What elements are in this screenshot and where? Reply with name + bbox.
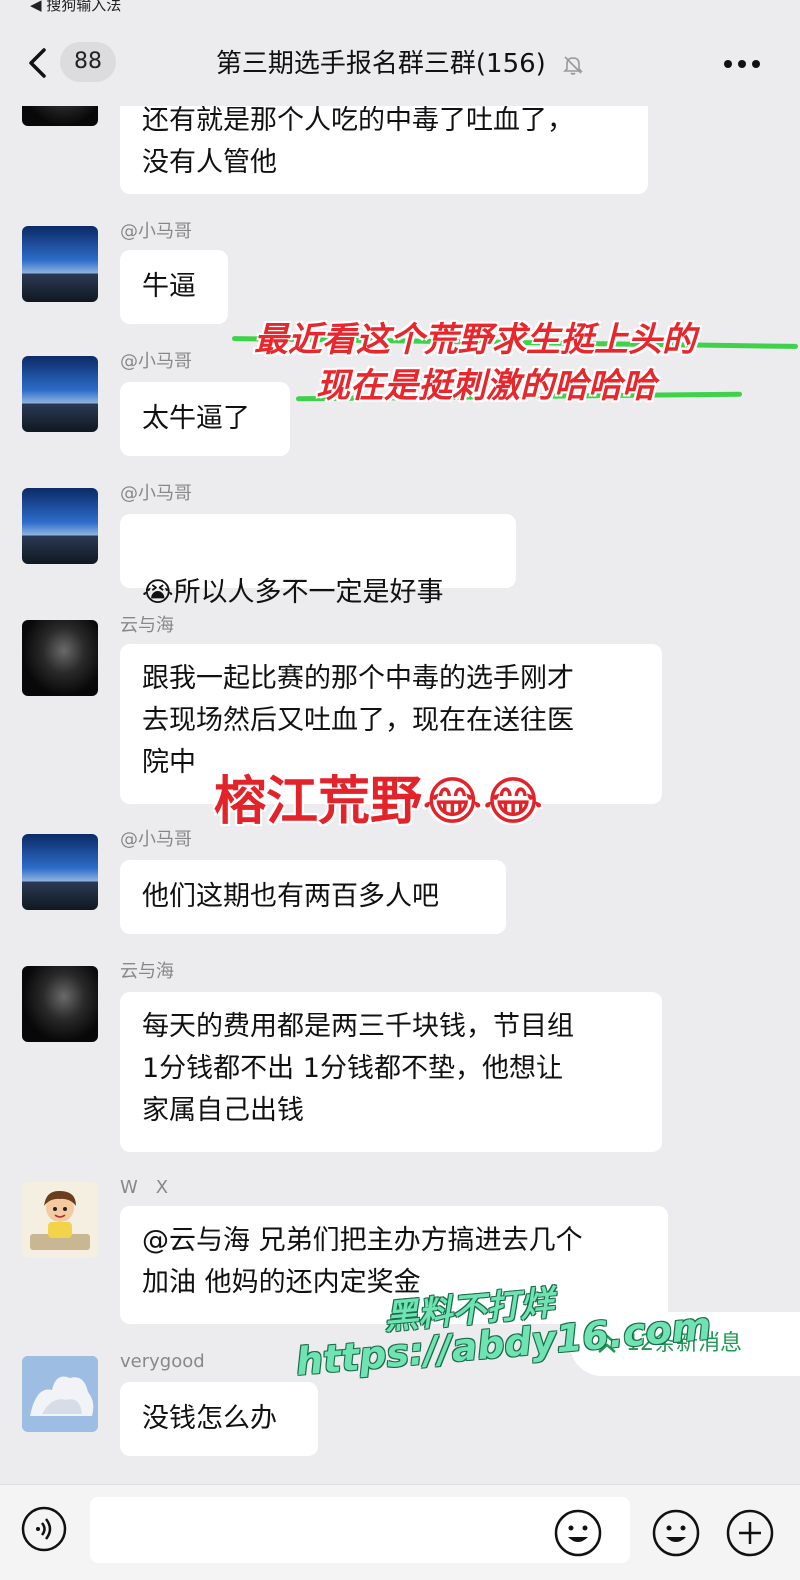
- avatar[interactable]: [22, 1182, 98, 1258]
- avatar[interactable]: [22, 356, 98, 432]
- status-text: ◀ 搜狗输入法: [30, 0, 122, 14]
- avatar[interactable]: [22, 834, 98, 910]
- avatar[interactable]: [22, 226, 98, 302]
- sender-name: W X: [120, 1177, 169, 1198]
- sender-name: 云与海: [120, 615, 174, 636]
- message-bubble[interactable]: 😭所以人多不一定是好事: [120, 514, 516, 608]
- message-bubble[interactable]: 还有就是那个人吃的中毒了吐血了， 没有人管他: [120, 92, 648, 194]
- message-bubble[interactable]: 没钱怎么办: [120, 1382, 318, 1456]
- cloud-landscape-avatar-icon: [22, 1356, 98, 1432]
- emoji-icon: [652, 1509, 700, 1557]
- cartoon-boy-avatar-icon: [22, 1182, 98, 1258]
- plus-icon: [726, 1509, 774, 1557]
- message-bubble[interactable]: 牛逼: [120, 250, 228, 324]
- chat-title-text: 第三期选手报名群三群(156): [215, 49, 546, 79]
- overlay-title: 榕江荒野😂😂: [214, 772, 544, 832]
- emoji-icon: [554, 1509, 602, 1557]
- sender-name: @小马哥: [120, 221, 192, 242]
- message-bubble[interactable]: 他们这期也有两百多人吧: [120, 860, 506, 934]
- back-chevron-icon: [29, 48, 46, 78]
- chat-header: 88 第三期选手报名群三群(156): [0, 14, 800, 106]
- mute-bell-icon: [563, 55, 584, 75]
- chat-title: 第三期选手报名群三群(156): [150, 44, 650, 84]
- sender-name: @小马哥: [120, 483, 192, 504]
- voice-button[interactable]: [20, 1505, 68, 1553]
- sender-name: @小马哥: [120, 351, 192, 372]
- unread-count-badge[interactable]: 88: [60, 42, 116, 82]
- avatar[interactable]: [22, 620, 98, 696]
- status-bar: ◀ 搜狗输入法: [0, 0, 800, 14]
- more-dots-icon: [724, 60, 760, 68]
- back-button[interactable]: [26, 48, 48, 78]
- input-bar: [0, 1484, 800, 1580]
- avatar[interactable]: [22, 966, 98, 1042]
- avatar[interactable]: [22, 488, 98, 564]
- message-text: 所以人多不一定是好事: [173, 577, 444, 608]
- message-bubble[interactable]: 每天的费用都是两三千块钱，节目组 1分钱都不出 1分钱都不垫，他想让 家属自己出…: [120, 992, 662, 1152]
- avatar[interactable]: [22, 1356, 98, 1432]
- caption-line-1: 最近看这个荒野求生挺上头的: [254, 320, 696, 360]
- more-options-button[interactable]: [722, 54, 762, 74]
- sender-name: 云与海: [120, 961, 174, 982]
- sender-name: @小马哥: [120, 829, 192, 850]
- caption-line-2: 现在是挺刺激的哈哈哈: [316, 366, 656, 406]
- message-bubble[interactable]: 太牛逼了: [120, 382, 290, 456]
- voice-icon: [21, 1506, 67, 1552]
- message-input[interactable]: [90, 1497, 630, 1563]
- sender-name: verygood: [120, 1351, 205, 1372]
- emoji-button[interactable]: [552, 1507, 604, 1559]
- emoji-button-2[interactable]: [650, 1507, 702, 1559]
- cry-emoji: 😭: [142, 577, 174, 608]
- more-actions-button[interactable]: [724, 1507, 776, 1559]
